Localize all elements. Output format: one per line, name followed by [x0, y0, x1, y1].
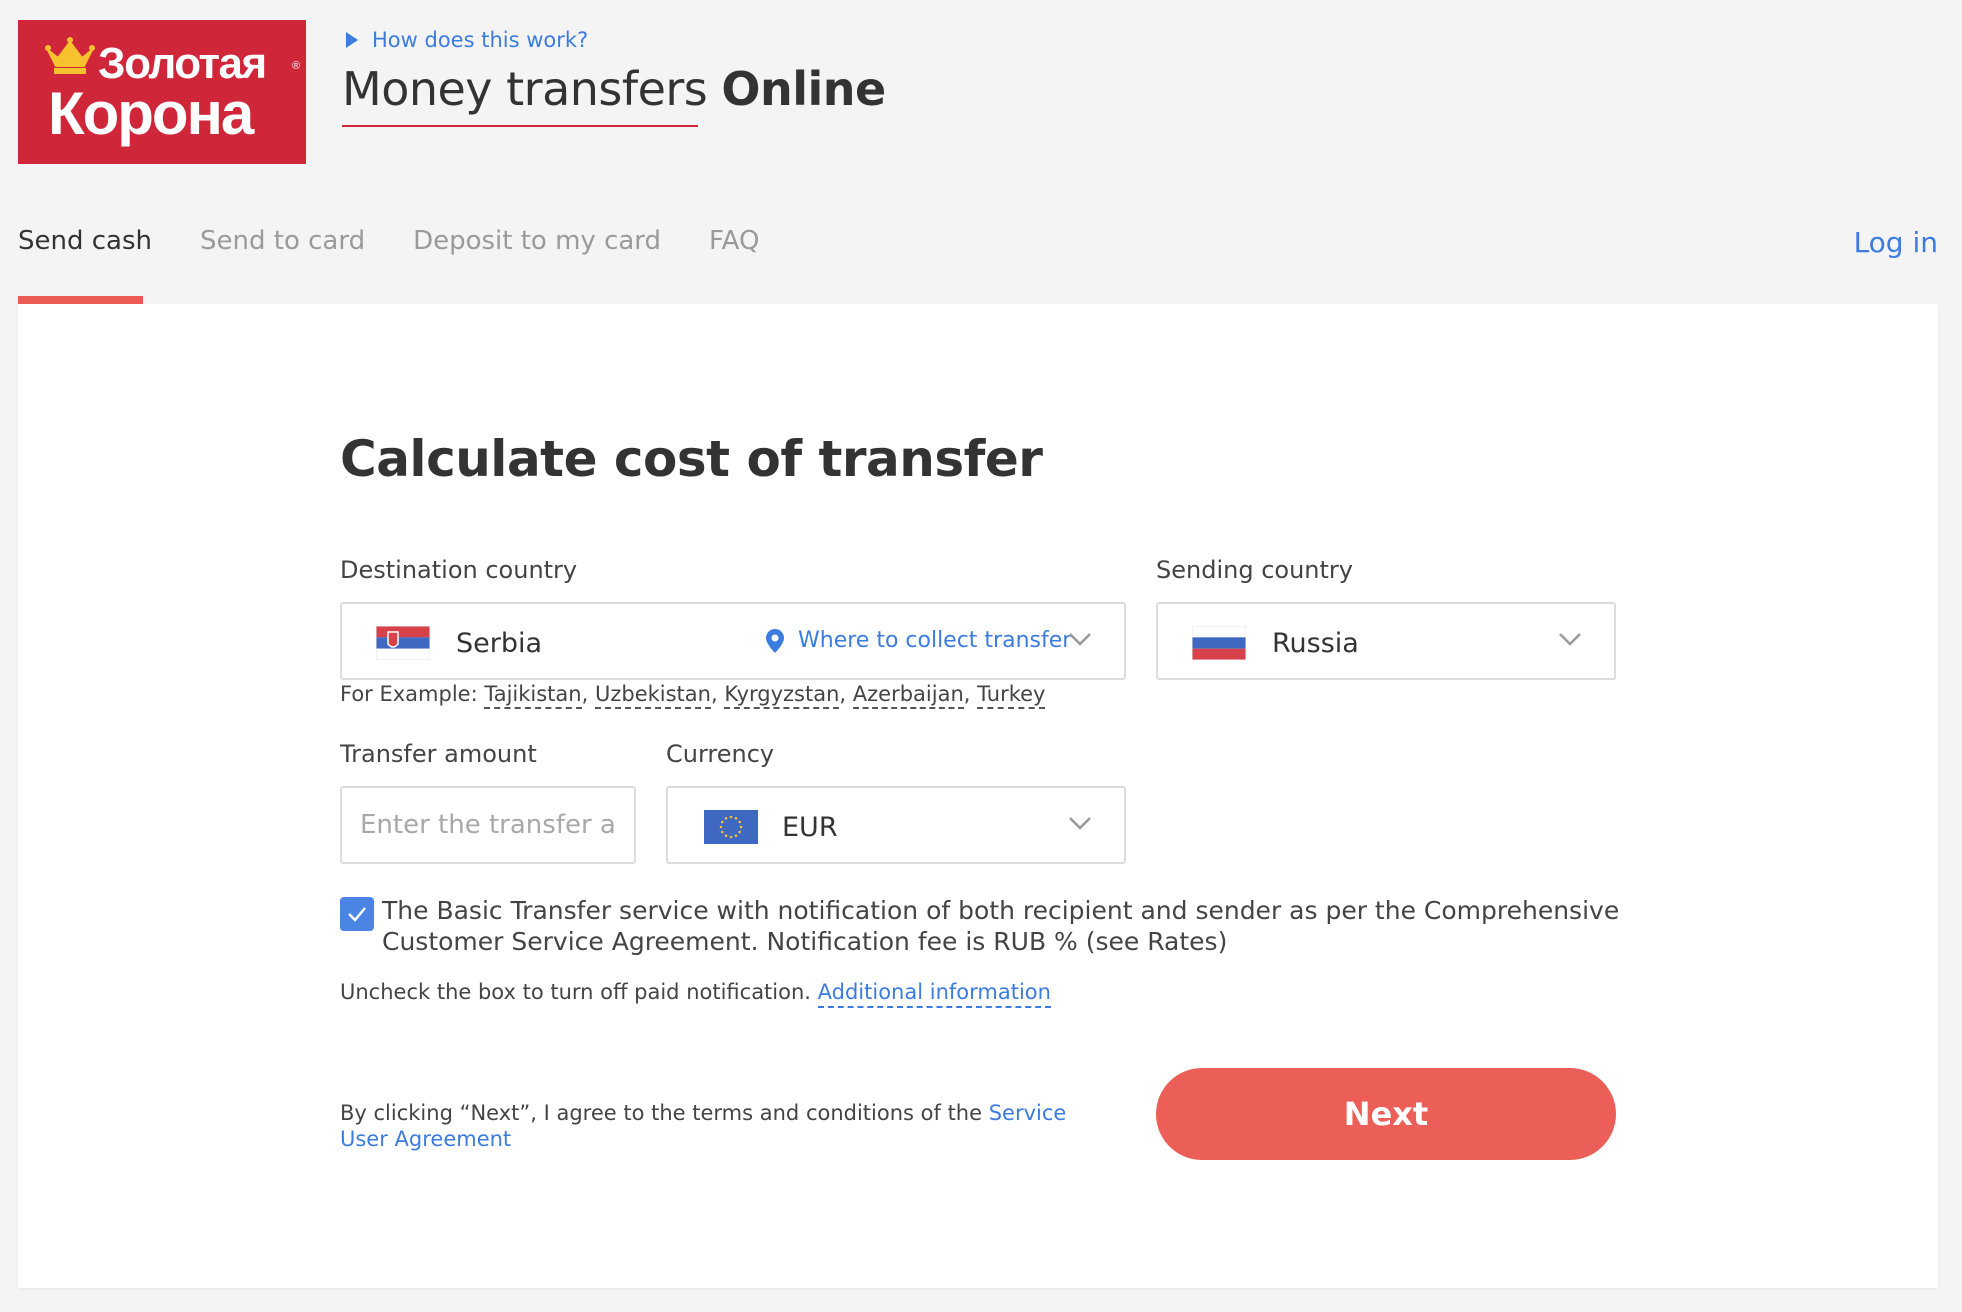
tab-send-to-card[interactable]: Send to card [200, 226, 365, 256]
sending-country-select[interactable]: Russia [1156, 602, 1616, 680]
tab-send-cash[interactable]: Send cash [18, 226, 152, 256]
uncheck-note-text: Uncheck the box to turn off paid notific… [340, 980, 818, 1004]
how-it-works-label: How does this work? [372, 28, 589, 52]
transfer-amount-label: Transfer amount [340, 740, 537, 768]
example-country-link[interactable]: Kyrgyzstan [724, 682, 840, 709]
play-triangle-icon [346, 32, 358, 48]
destination-country-label: Destination country [340, 556, 578, 584]
eu-flag-icon [704, 810, 758, 844]
crown-icon [45, 37, 95, 74]
page-title-light: Money transfers [342, 62, 722, 116]
notification-description: The Basic Transfer service with notifica… [382, 896, 1620, 956]
destination-country-value: Serbia [456, 628, 543, 659]
example-country-link[interactable]: Turkey [977, 682, 1046, 709]
sending-country-label: Sending country [1156, 556, 1353, 584]
active-tab-indicator [18, 296, 143, 304]
chevron-down-icon [1069, 817, 1091, 830]
tab-faq[interactable]: FAQ [709, 226, 759, 256]
examples-prefix: For Example: [340, 682, 485, 706]
where-to-collect-label: Where to collect transfer [798, 628, 1072, 653]
chevron-down-icon [1559, 633, 1581, 646]
uncheck-note: Uncheck the box to turn off paid notific… [340, 980, 1051, 1008]
transfer-amount-input[interactable] [340, 786, 636, 864]
example-country-link[interactable]: Azerbaijan [852, 682, 964, 709]
calculator-title: Calculate cost of transfer [340, 430, 1043, 488]
logo-text-bottom: Корона [48, 80, 254, 147]
how-it-works-link[interactable]: How does this work? [346, 28, 588, 52]
example-country-link[interactable]: Uzbekistan [594, 682, 711, 709]
currency-label: Currency [666, 740, 775, 768]
map-pin-icon [766, 628, 784, 653]
chevron-down-icon [1069, 633, 1091, 646]
login-link[interactable]: Log in [1854, 226, 1938, 259]
next-button[interactable]: Next [1156, 1068, 1616, 1160]
brand-logo[interactable]: Золотая ® Корона [18, 20, 306, 164]
country-examples: For Example: Tajikistan, Uzbekistan, Kyr… [340, 682, 1046, 709]
currency-select[interactable]: EUR [666, 786, 1126, 864]
checkmark-icon [348, 907, 366, 922]
page-title: Money transfers Online [342, 62, 886, 116]
currency-value: EUR [782, 812, 838, 843]
agreement-prefix: By clicking “Next”, I agree to the terms… [340, 1101, 989, 1125]
main-tabs: Send cash Send to card Deposit to my car… [18, 226, 759, 256]
sending-country-value: Russia [1272, 628, 1359, 659]
serbia-flag-icon [376, 626, 430, 660]
russia-flag-icon [1192, 626, 1246, 660]
page-title-bold: Online [721, 62, 886, 116]
destination-country-select[interactable]: Serbia Where to collect transfer [340, 602, 1126, 680]
title-underline [342, 125, 698, 127]
notification-checkbox[interactable] [340, 897, 374, 931]
logo-registered-mark: ® [292, 60, 301, 72]
tab-deposit-to-my-card[interactable]: Deposit to my card [413, 226, 661, 256]
additional-information-link[interactable]: Additional information [817, 980, 1051, 1008]
where-to-collect-link[interactable]: Where to collect transfer [766, 628, 1071, 653]
agreement-text: By clicking “Next”, I agree to the terms… [340, 1100, 1080, 1152]
example-country-link[interactable]: Tajikistan [484, 682, 582, 709]
